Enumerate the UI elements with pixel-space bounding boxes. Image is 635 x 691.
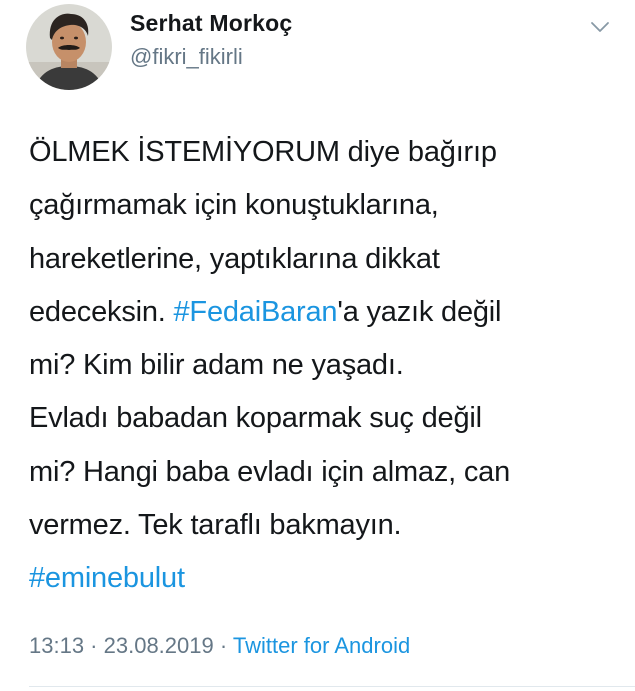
tweet-text-line: hareketlerine, yaptıklarına dikkat xyxy=(29,233,609,286)
tweet-text-segment: edeceksin. xyxy=(29,295,174,328)
tweet-text-segment: mi? Kim bilir adam ne yaşadı. xyxy=(29,349,404,382)
tweet-text-line: edeceksin. #FedaiBaran'a yazık değil xyxy=(29,286,609,339)
tweet-source-link[interactable]: Twitter for Android xyxy=(233,633,410,658)
tweet-text-segment: çağırmamak için konuştuklarına, xyxy=(29,189,439,222)
tweet-text-line: ÖLMEK İSTEMİYORUM diye bağırıp xyxy=(29,126,609,179)
hashtag-link[interactable]: #eminebulut xyxy=(29,562,185,594)
tweet-meta: 13:13 · 23.08.2019 · Twitter for Android xyxy=(29,633,410,659)
tweet-text-line: mi? Hangi baba evladı için almaz, can xyxy=(29,446,609,499)
meta-separator: · xyxy=(213,633,233,658)
hashtag-link[interactable]: #FedaiBaran xyxy=(174,296,338,328)
avatar-image xyxy=(26,4,112,90)
tweet-text-segment: mi? Hangi baba evladı için almaz, can xyxy=(29,455,511,488)
tweet-text-line: vermez. Tek taraflı bakmayın. xyxy=(29,499,609,552)
tweet-text-line: Evladı babadan koparmak suç değil xyxy=(29,392,609,445)
meta-separator: · xyxy=(84,633,104,658)
tweet-text: ÖLMEK İSTEMİYORUM diye bağırıp çağırmamak… xyxy=(29,126,609,606)
tweet-text-line: çağırmamak için konuştuklarına, xyxy=(29,179,609,232)
tweet-card: Serhat Morkoç @fikri_fikirli ÖLMEK İSTEM… xyxy=(0,0,635,691)
divider xyxy=(29,686,635,687)
tweet-text-line: #eminebulut xyxy=(29,552,609,605)
author-handle[interactable]: @fikri_fikirli xyxy=(130,44,243,70)
author-display-name[interactable]: Serhat Morkoç xyxy=(130,10,292,37)
tweet-date[interactable]: 23.08.2019 xyxy=(104,633,214,658)
tweet-time[interactable]: 13:13 xyxy=(29,633,84,658)
tweet-text-segment: Evladı babadan koparmak suç değil xyxy=(29,402,482,435)
tweet-text-line: mi? Kim bilir adam ne yaşadı. xyxy=(29,339,609,392)
tweet-text-segment: vermez. Tek taraflı bakmayın. xyxy=(29,509,402,542)
tweet-text-segment: ÖLMEK İSTEMİYORUM diye bağırıp xyxy=(29,136,497,168)
chevron-down-icon[interactable] xyxy=(588,18,612,36)
tweet-text-segment: hareketlerine, yaptıklarına dikkat xyxy=(29,242,440,275)
avatar[interactable] xyxy=(26,4,112,90)
tweet-text-segment: 'a yazık değil xyxy=(337,295,502,328)
